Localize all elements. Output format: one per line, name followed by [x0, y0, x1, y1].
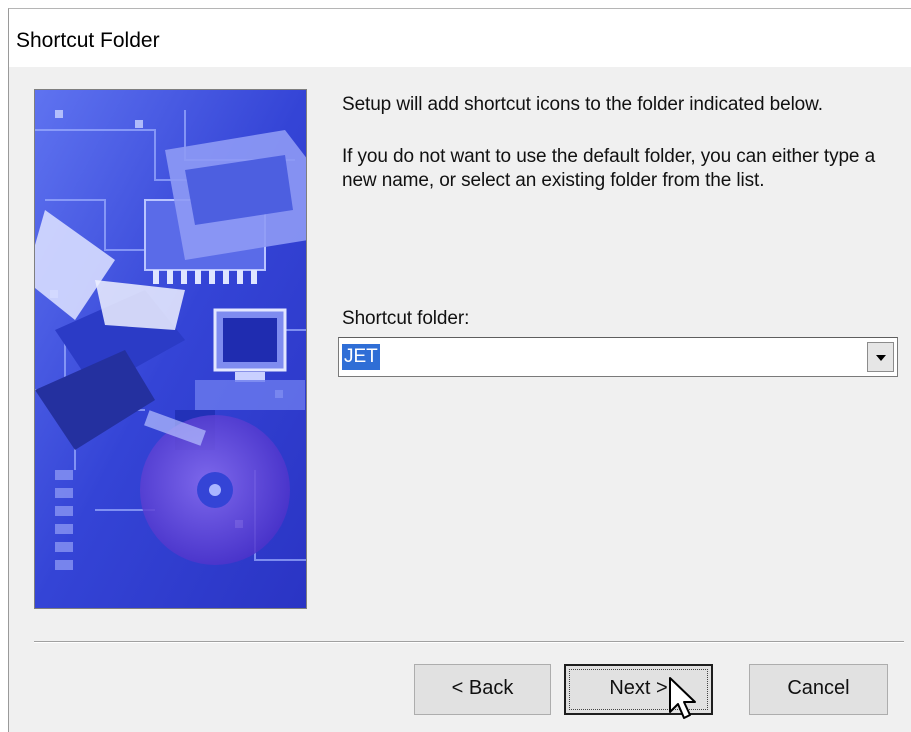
- dialog-header: Shortcut Folder: [9, 9, 911, 67]
- cancel-button-label: Cancel: [787, 677, 850, 699]
- intro-text: Setup will add shortcut icons to the fol…: [342, 94, 823, 115]
- shortcut-folder-label: Shortcut folder:: [342, 308, 470, 329]
- back-button[interactable]: < Back: [414, 664, 551, 715]
- back-button-label: < Back: [451, 677, 514, 699]
- setup-side-image: [34, 89, 307, 609]
- shortcut-folder-combobox[interactable]: JET: [338, 337, 898, 377]
- shortcut-folder-value[interactable]: JET: [342, 344, 380, 370]
- dropdown-button[interactable]: [867, 342, 894, 372]
- cancel-button[interactable]: Cancel: [749, 664, 888, 715]
- instruction-text: If you do not want to use the default fo…: [342, 146, 876, 191]
- dialog-title: Shortcut Folder: [16, 29, 160, 52]
- mouse-pointer-icon: [669, 677, 696, 719]
- setup-dialog: Shortcut Folder Setup will add shortcut …: [8, 8, 911, 732]
- button-separator: [34, 641, 904, 643]
- chevron-down-icon: [876, 355, 886, 361]
- computer-collage-illustration: [35, 90, 306, 608]
